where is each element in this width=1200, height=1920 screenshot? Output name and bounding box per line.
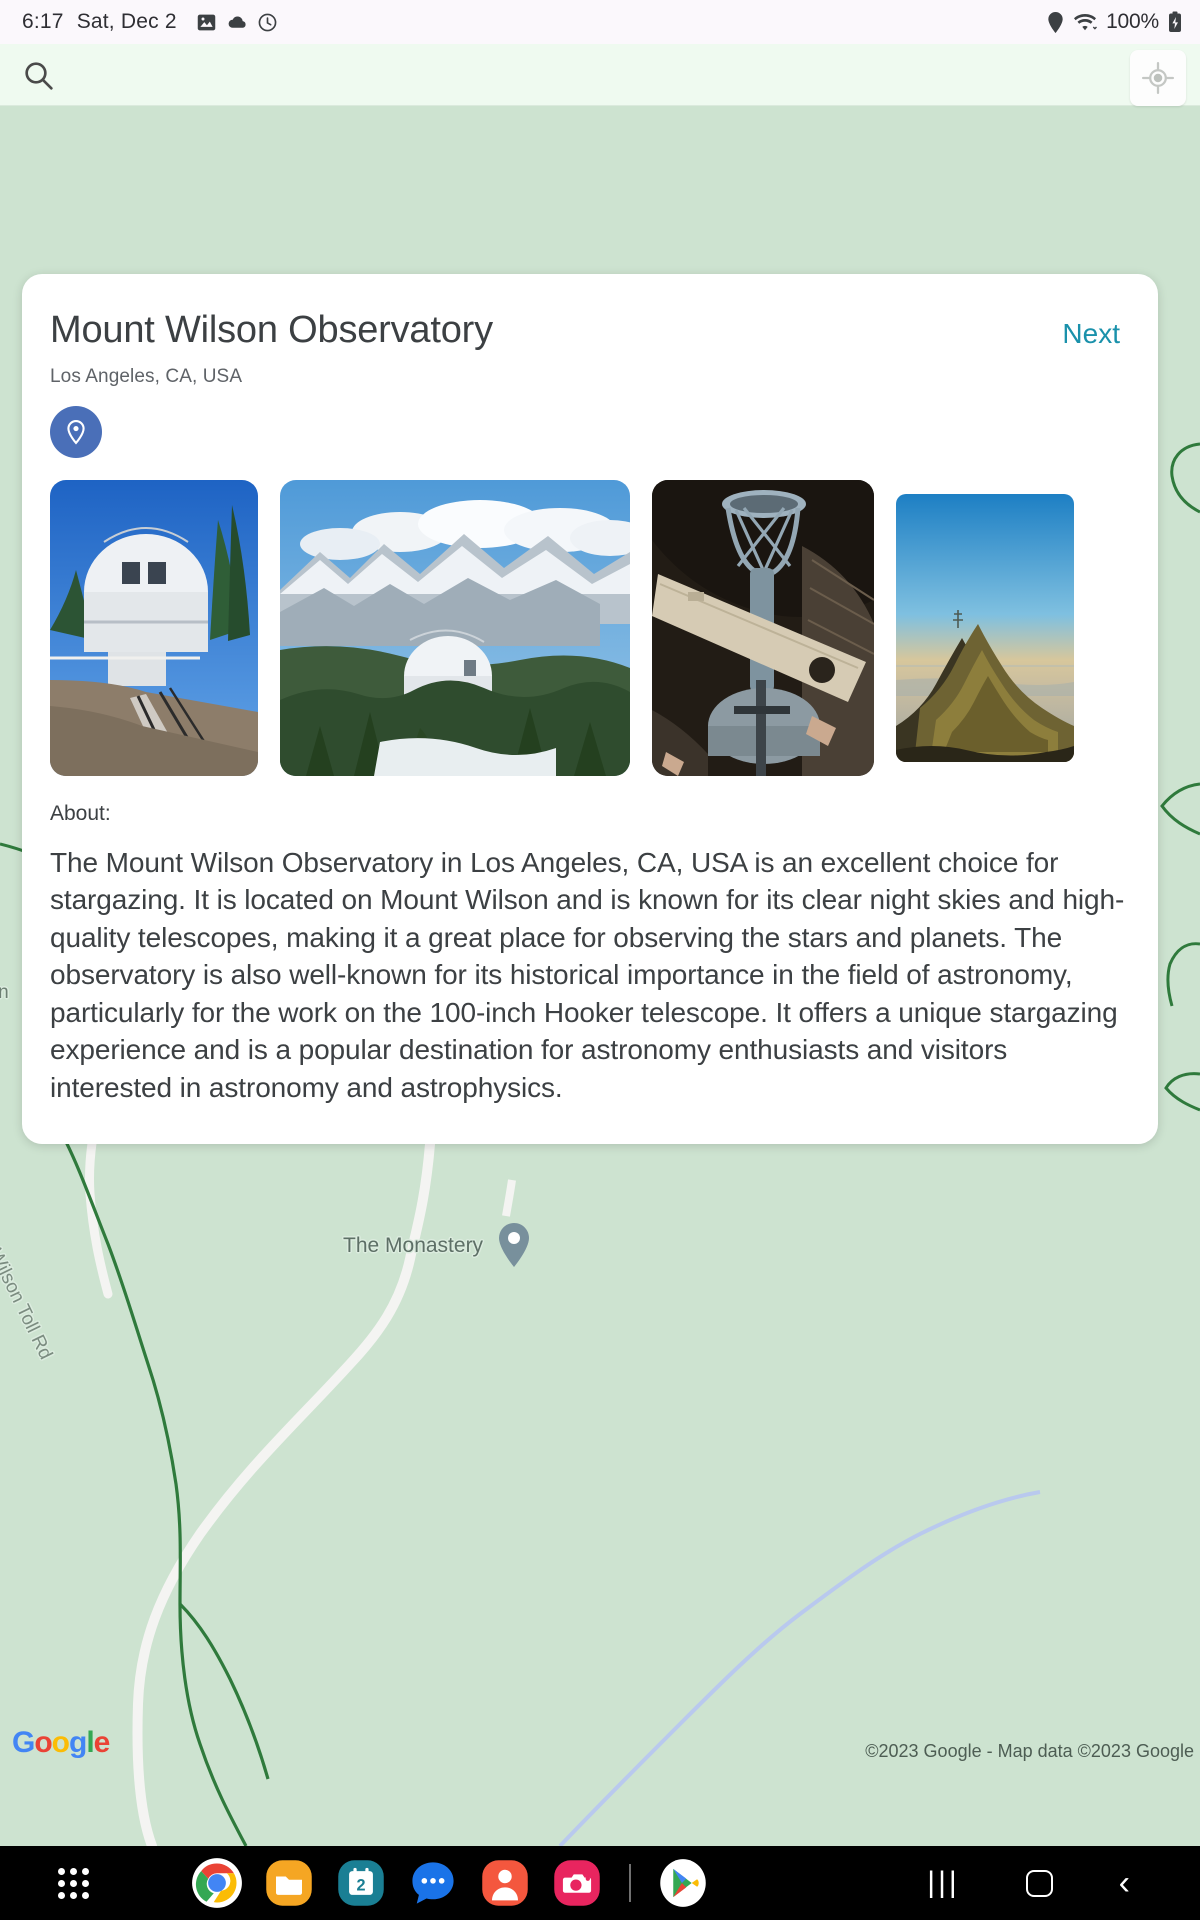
place-photo[interactable] xyxy=(896,493,1074,762)
status-notification-icons xyxy=(196,12,278,33)
search-input[interactable] xyxy=(68,60,1200,89)
taskbar-app-dock: 2 xyxy=(191,1857,709,1909)
stream-path xyxy=(558,1490,1041,1846)
taskbar: 2 ||| ‹ xyxy=(0,1846,1200,1920)
status-date: Sat, Dec 2 xyxy=(76,10,177,33)
messages-icon[interactable] xyxy=(407,1857,459,1909)
map-label-monastery: The Monastery xyxy=(343,1234,484,1257)
battery-percentage: 100% xyxy=(1106,10,1159,33)
place-info-card: Mount Wilson Observatory Next Los Angele… xyxy=(22,274,1158,1145)
play-store-icon[interactable] xyxy=(657,1857,709,1909)
photo-observatory-dome xyxy=(50,479,258,776)
location-icon xyxy=(1047,11,1064,33)
calendar-day-badge: 2 xyxy=(356,1877,365,1895)
search-bar[interactable] xyxy=(0,44,1200,106)
place-photo[interactable] xyxy=(50,479,258,776)
chrome-icon[interactable] xyxy=(191,1857,243,1909)
screen: Mt Wilson Toll Rd nsn The Monastery Goog… xyxy=(0,0,1200,1920)
photo-mountain-ridge-sunset xyxy=(896,493,1074,762)
trail-path-right-b xyxy=(1160,782,1200,836)
google-logo-letter: l xyxy=(86,1726,94,1759)
google-logo-letter: o xyxy=(34,1726,52,1759)
location-pin-icon xyxy=(67,419,85,445)
cloud-icon xyxy=(226,12,248,33)
my-location-icon xyxy=(1141,61,1175,95)
photo-hooker-telescope xyxy=(652,479,874,776)
wifi-icon xyxy=(1073,12,1098,33)
search-icon[interactable] xyxy=(22,59,54,91)
trail-path-right-c xyxy=(1166,942,1200,1007)
status-bar: 6:17 Sat, Dec 2 100% xyxy=(0,0,1200,44)
files-icon[interactable] xyxy=(263,1857,315,1909)
camera-icon[interactable] xyxy=(551,1857,603,1909)
image-icon xyxy=(196,12,217,33)
road-path-monastery xyxy=(502,1179,516,1217)
place-photo[interactable] xyxy=(652,479,874,776)
my-location-button[interactable] xyxy=(1130,50,1186,106)
place-subtitle: Los Angeles, CA, USA xyxy=(50,365,243,387)
card-header: Mount Wilson Observatory Next xyxy=(50,309,1128,352)
navigation-buttons: ||| ‹ xyxy=(927,1866,1130,1900)
home-button[interactable] xyxy=(1025,1869,1053,1897)
place-photo-strip[interactable] xyxy=(50,479,1158,776)
map-pin-icon xyxy=(499,1223,529,1267)
about-description: The Mount Wilson Observatory in Los Ange… xyxy=(50,846,1125,1103)
about-label: About: xyxy=(50,801,111,825)
place-category-badge[interactable] xyxy=(50,405,102,458)
map-attribution: ©2023 Google - Map data ©2023 Google xyxy=(865,1741,1194,1761)
place-photo[interactable] xyxy=(280,479,630,776)
recents-button[interactable]: ||| xyxy=(927,1866,959,1900)
google-logo-letter: o xyxy=(51,1726,70,1759)
contacts-icon[interactable] xyxy=(479,1857,531,1909)
calendar-icon[interactable]: 2 xyxy=(335,1857,387,1909)
page-title: Mount Wilson Observatory xyxy=(50,309,493,351)
google-logo: Google xyxy=(12,1726,111,1760)
map-label-clipped: nsn xyxy=(0,982,9,1003)
back-button[interactable]: ‹ xyxy=(1119,1866,1130,1900)
battery-charging-icon xyxy=(1168,11,1182,33)
trail-path-right-a xyxy=(1170,442,1200,514)
google-logo-letter: e xyxy=(93,1726,111,1759)
alarm-icon xyxy=(257,12,278,33)
status-bar-left: 6:17 Sat, Dec 2 xyxy=(22,10,278,34)
dock-divider xyxy=(629,1864,631,1902)
google-logo-letter: g xyxy=(69,1726,87,1759)
next-button[interactable]: Next xyxy=(1062,310,1128,350)
apps-grid-icon[interactable] xyxy=(58,1867,89,1899)
trail-path-right-d xyxy=(1164,1072,1200,1112)
trail-path-branch xyxy=(178,1602,270,1780)
status-bar-right: 100% xyxy=(1047,10,1182,34)
google-logo-letter: G xyxy=(12,1726,35,1759)
photo-dome-mountains xyxy=(280,479,630,776)
status-time: 6:17 xyxy=(22,10,64,33)
